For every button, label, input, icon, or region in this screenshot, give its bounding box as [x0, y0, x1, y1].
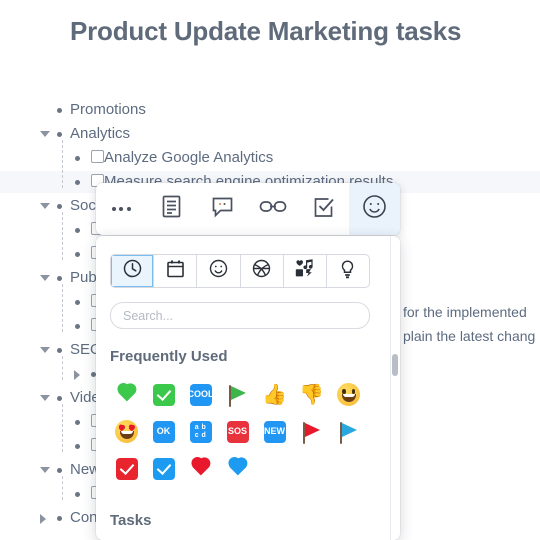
emoji-ok-button[interactable]: OK [145, 413, 182, 450]
task-checkbox[interactable] [91, 150, 104, 163]
smiley-icon [209, 259, 228, 283]
floating-toolbar [96, 183, 400, 235]
chevron-down-icon[interactable] [40, 131, 50, 137]
search-input[interactable] [110, 302, 370, 329]
calendar-icon [166, 259, 185, 283]
clock-icon [123, 259, 142, 283]
tab-activities[interactable] [241, 255, 284, 287]
tab-frequently-used[interactable] [111, 255, 155, 287]
emoji-cool-button[interactable]: COOL [182, 376, 219, 413]
app-root: Product Update Marketing tasks Promotion… [0, 0, 540, 540]
tab-objects[interactable] [284, 255, 327, 287]
outline-guide-line [62, 284, 63, 332]
emoji-blue-check-box[interactable] [145, 450, 182, 487]
emoji-triangular-flag-blue[interactable] [330, 413, 367, 450]
chevron-down-icon[interactable] [40, 467, 50, 473]
chevron-right-icon[interactable] [74, 370, 80, 380]
chevron-right-icon[interactable] [40, 514, 46, 524]
task-button[interactable] [298, 183, 349, 235]
media-icon [294, 259, 315, 283]
emoji-thumbs-down[interactable]: 👎 [293, 376, 330, 413]
checkbox-icon [313, 196, 335, 223]
bullet-icon[interactable] [75, 180, 80, 185]
emoji-red-heart[interactable] [182, 450, 219, 487]
outline-item[interactable]: Analytics [0, 122, 540, 146]
basketball-icon [252, 259, 271, 283]
chevron-down-icon[interactable] [40, 203, 50, 209]
emoji-grinning-face[interactable] [330, 376, 367, 413]
overflow-text-1: for the implemented [403, 304, 527, 320]
link-button[interactable] [248, 183, 299, 235]
outline-item-label: Analytics [70, 125, 131, 142]
chevron-down-icon[interactable] [40, 347, 50, 353]
emoji-smiling-face-with-hearts[interactable] [108, 413, 145, 450]
emoji-green-flag[interactable] [219, 376, 256, 413]
note-button[interactable] [147, 183, 198, 235]
emoji-picker-panel: Frequently Used COOL👍👎OKa bc dSOSNEW Tas… [96, 236, 400, 540]
bullet-icon[interactable] [57, 516, 62, 521]
comment-button[interactable] [197, 183, 248, 235]
bullet-icon[interactable] [57, 204, 62, 209]
bullet-icon[interactable] [75, 300, 80, 305]
chevron-down-icon[interactable] [40, 395, 50, 401]
tab-ideas[interactable] [327, 255, 369, 287]
bullet-icon[interactable] [57, 108, 62, 113]
bullet-icon[interactable] [75, 324, 80, 329]
section-heading-tasks: Tasks [110, 512, 152, 529]
ellipsis-icon [111, 207, 131, 211]
bullet-icon[interactable] [75, 492, 80, 497]
outline-item-label: Promotions [70, 101, 146, 118]
bullet-icon[interactable] [57, 396, 62, 401]
emoji-white-check-mark[interactable] [145, 376, 182, 413]
emoji-thumbs-up[interactable]: 👍 [256, 376, 293, 413]
bullet-icon[interactable] [57, 132, 62, 137]
bullet-icon[interactable] [75, 420, 80, 425]
emoji-blue-heart[interactable] [219, 450, 256, 487]
bullet-icon[interactable] [75, 156, 80, 161]
bullet-icon[interactable] [75, 252, 80, 257]
emoji-category-tabs [110, 254, 370, 288]
outline-guide-line [62, 356, 63, 380]
bullet-icon[interactable] [57, 468, 62, 473]
note-icon [161, 195, 182, 223]
emoji-new-button[interactable]: NEW [256, 413, 293, 450]
chevron-down-icon[interactable] [40, 275, 50, 281]
emoji-green-heart[interactable] [108, 376, 145, 413]
emoji-row [108, 450, 376, 487]
outline-guide-line [62, 404, 63, 452]
tab-tasks[interactable] [154, 255, 198, 287]
lightbulb-icon [339, 259, 356, 284]
emoji-row: COOL 👍 👎 [108, 376, 376, 413]
emoji-scrollbar[interactable] [390, 236, 400, 540]
outline-guide-line [62, 140, 63, 188]
outline-item-label: Analyze Google Analytics [104, 149, 274, 166]
bullet-icon[interactable] [75, 228, 80, 233]
section-heading-frequently-used: Frequently Used [110, 348, 228, 365]
bullet-icon[interactable] [57, 276, 62, 281]
bullet-icon[interactable] [57, 348, 62, 353]
emoji-input-symbol-latin-letters[interactable]: a bc d [182, 413, 219, 450]
tab-smileys[interactable] [197, 255, 241, 287]
emoji-row: OK a bc d SOS NEW [108, 413, 376, 450]
emoji-triangular-flag-red[interactable] [293, 413, 330, 450]
emoji-button[interactable] [348, 183, 400, 235]
smiley-icon [362, 194, 387, 224]
comment-icon [211, 195, 234, 223]
more-options-button[interactable] [96, 183, 147, 235]
outline-item[interactable]: Analyze Google Analytics [0, 146, 540, 170]
outline-guide-line [62, 212, 63, 260]
emoji-grid: COOL 👍 👎 OK a bc d SOS NEW [108, 376, 376, 487]
bullet-icon[interactable] [75, 444, 80, 449]
outline-guide-line [62, 476, 63, 500]
overflow-text-2: plain the latest chang [403, 328, 536, 344]
outline-item[interactable]: Promotions [0, 98, 540, 122]
link-icon [259, 198, 287, 220]
emoji-red-check-box[interactable] [108, 450, 145, 487]
emoji-sos-button[interactable]: SOS [219, 413, 256, 450]
emoji-scrollbar-thumb[interactable] [392, 354, 398, 376]
page-title: Product Update Marketing tasks [70, 16, 462, 46]
